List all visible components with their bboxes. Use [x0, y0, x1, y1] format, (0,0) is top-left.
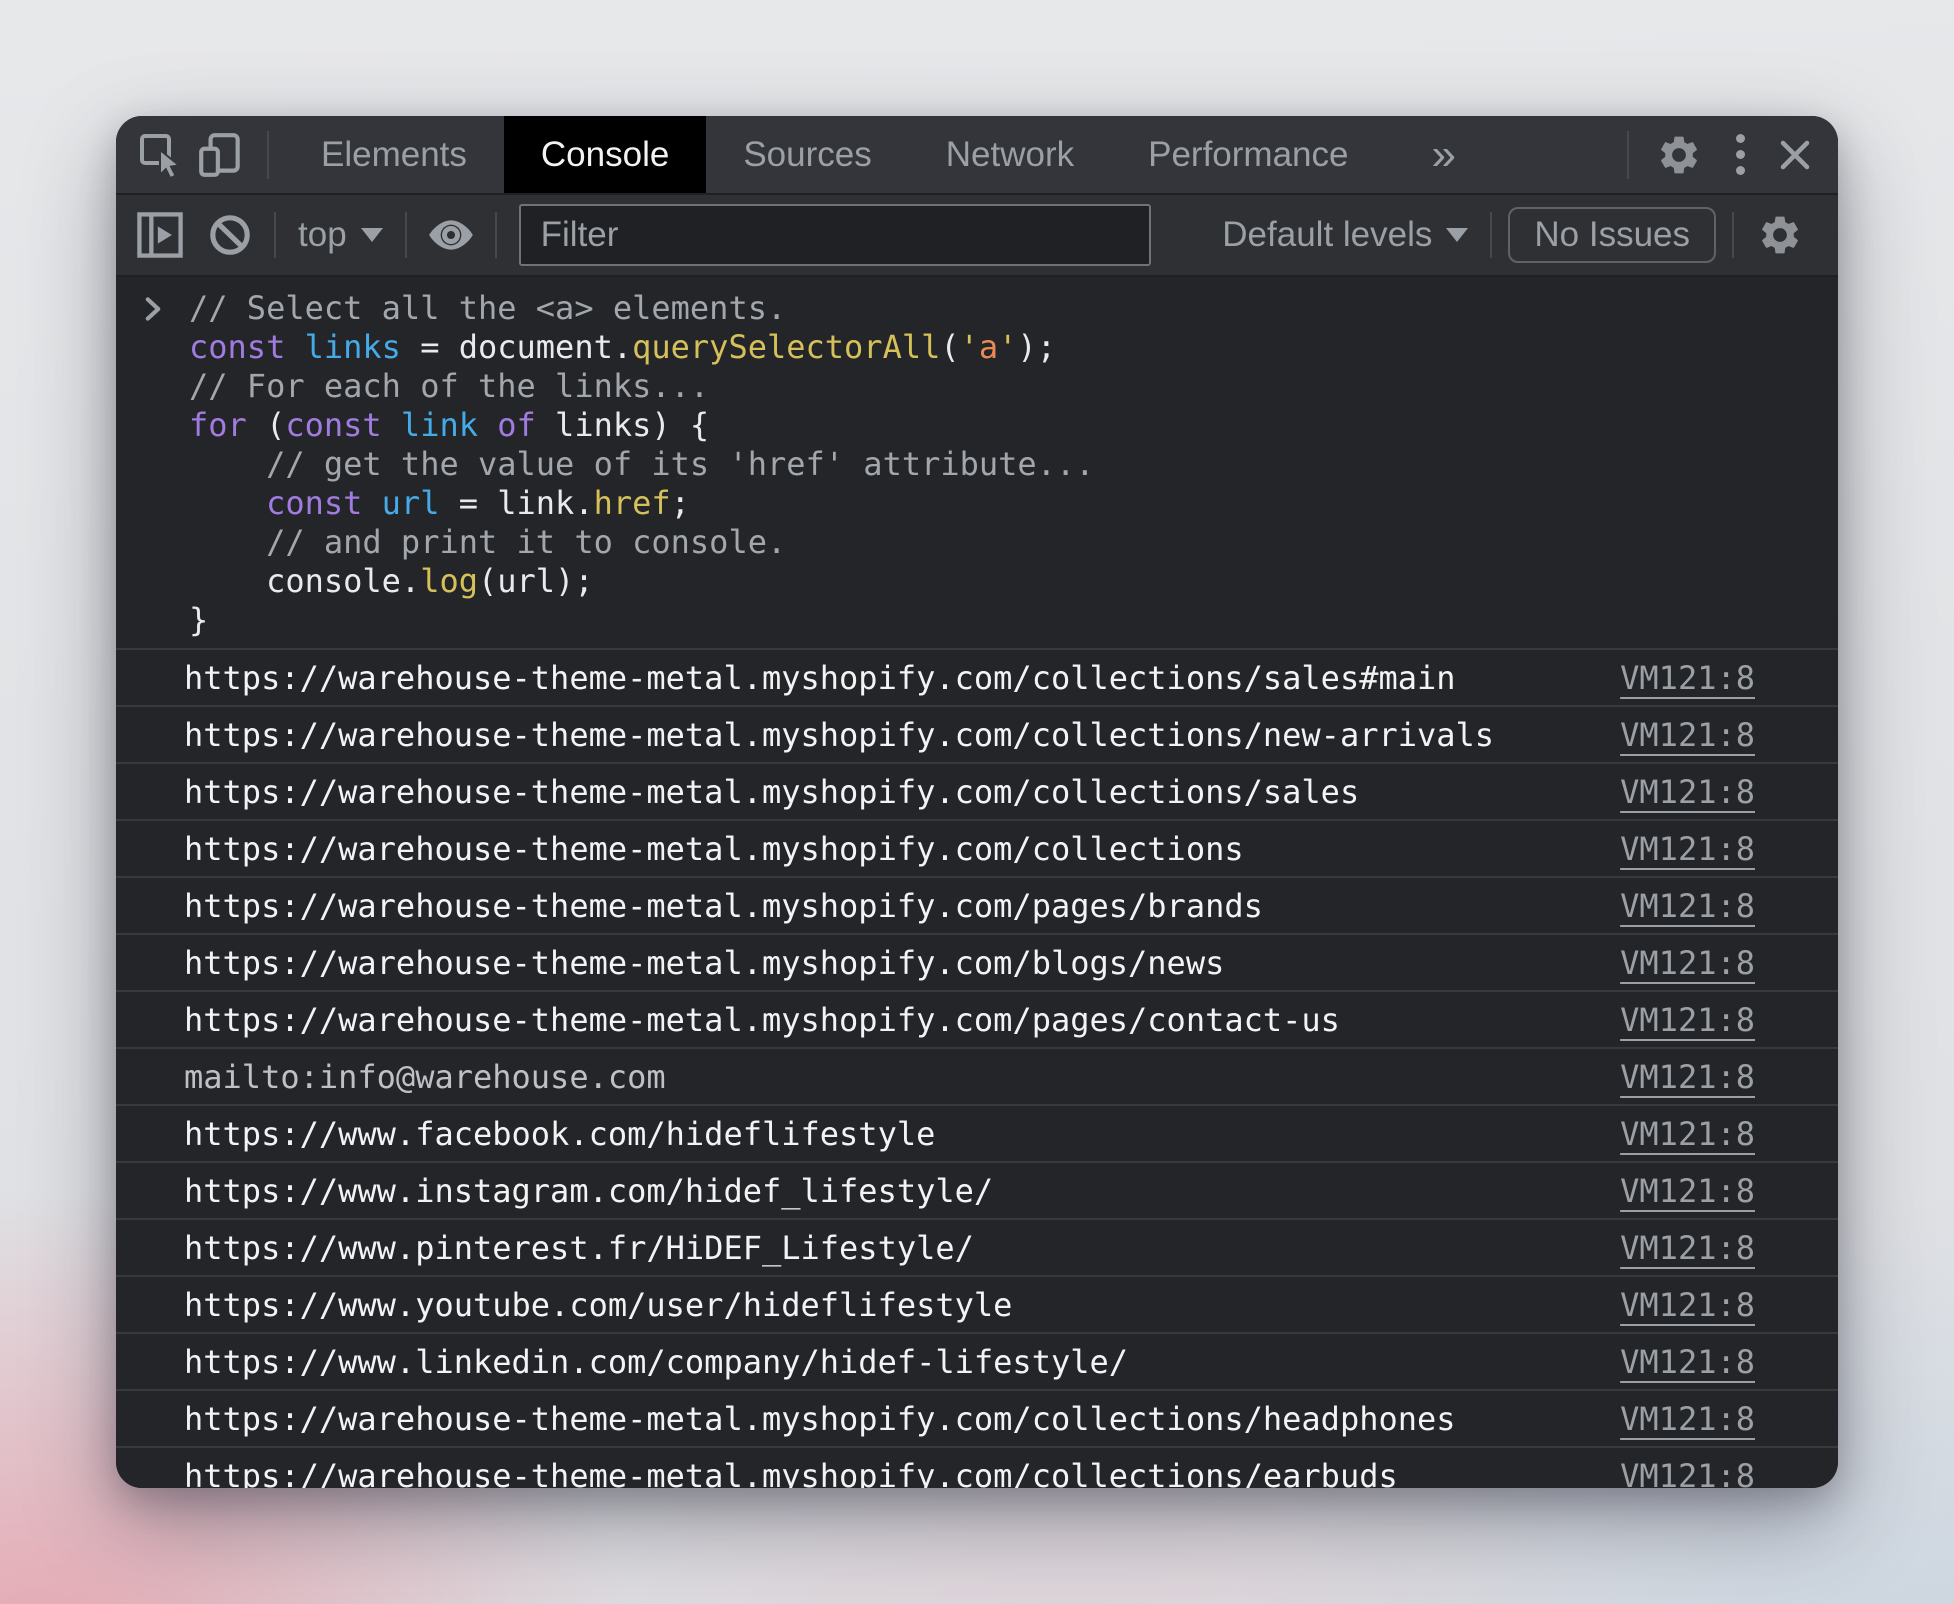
chevron-down-icon — [1446, 228, 1468, 242]
log-plain-text: mailto:info@warehouse.com — [184, 1058, 666, 1096]
log-row: https://warehouse-theme-metal.myshopify.… — [116, 876, 1838, 933]
log-levels-label: Default levels — [1222, 215, 1432, 255]
log-url-link[interactable]: https://warehouse-theme-metal.myshopify.… — [184, 1001, 1340, 1039]
issues-counter-label: No Issues — [1534, 215, 1690, 255]
console-toolbar: top Default levels No Issues — [116, 193, 1838, 275]
devtools-tabbar: ElementsConsoleSourcesNetworkPerformance… — [116, 116, 1838, 193]
log-source-link[interactable]: VM121:8 — [1620, 1115, 1755, 1153]
log-url-link[interactable]: https://www.facebook.com/hideflifestyle — [184, 1115, 935, 1153]
log-row: https://www.linkedin.com/company/hidef-l… — [116, 1332, 1838, 1389]
log-source-link[interactable]: VM121:8 — [1620, 1457, 1755, 1489]
log-source-link[interactable]: VM121:8 — [1620, 659, 1755, 697]
settings-gear-icon[interactable] — [1644, 116, 1714, 193]
tab-elements[interactable]: Elements — [284, 116, 504, 193]
tabbar-separator-right — [1627, 131, 1629, 179]
log-row: https://warehouse-theme-metal.myshopify.… — [116, 1389, 1838, 1446]
log-source-link[interactable]: VM121:8 — [1620, 1058, 1755, 1096]
log-row: https://www.youtube.com/user/hideflifest… — [116, 1275, 1838, 1332]
log-source-link[interactable]: VM121:8 — [1620, 944, 1755, 982]
tabbar-spacer — [1476, 116, 1612, 193]
log-url-link[interactable]: https://warehouse-theme-metal.myshopify.… — [184, 944, 1224, 982]
code-line: for (const link of links) { — [189, 406, 1818, 445]
evaluated-code-entry: // Select all the <a> elements.const lin… — [116, 277, 1838, 648]
log-row: mailto:info@warehouse.com VM121:8 — [116, 1047, 1838, 1104]
toolbar-separator — [405, 212, 407, 258]
log-url-link[interactable]: https://www.pinterest.fr/HiDEF_Lifestyle… — [184, 1229, 974, 1267]
code-line: console.log(url); — [189, 562, 1818, 601]
console-output: // Select all the <a> elements.const lin… — [116, 275, 1838, 1488]
log-url-link[interactable]: https://www.instagram.com/hidef_lifestyl… — [184, 1172, 993, 1210]
log-source-link[interactable]: VM121:8 — [1620, 773, 1755, 811]
log-row: https://www.facebook.com/hideflifestyle V… — [116, 1104, 1838, 1161]
toolbar-separator — [1732, 212, 1734, 258]
code-line: // For each of the links... — [189, 367, 1818, 406]
log-row: https://www.pinterest.fr/HiDEF_Lifestyle… — [116, 1218, 1838, 1275]
toolbar-separator — [1490, 212, 1492, 258]
code-line: const url = link.href; — [189, 484, 1818, 523]
tab-performance[interactable]: Performance — [1111, 116, 1385, 193]
log-url-link[interactable]: https://warehouse-theme-metal.myshopify.… — [184, 887, 1263, 925]
toolbar-separator — [495, 212, 497, 258]
toolbar-separator — [274, 212, 276, 258]
chevron-down-icon — [361, 228, 383, 242]
code-line: // get the value of its 'href' attribute… — [189, 445, 1818, 484]
log-source-link[interactable]: VM121:8 — [1620, 1343, 1755, 1381]
log-row: https://warehouse-theme-metal.myshopify.… — [116, 933, 1838, 990]
log-url-link[interactable]: https://warehouse-theme-metal.myshopify.… — [184, 659, 1456, 697]
desktop-background: ElementsConsoleSourcesNetworkPerformance… — [0, 0, 1954, 1604]
context-selector-label: top — [298, 215, 347, 255]
close-icon[interactable] — [1766, 116, 1824, 193]
code-line: // Select all the <a> elements. — [189, 289, 1818, 328]
log-row: https://warehouse-theme-metal.myshopify.… — [116, 648, 1838, 705]
panel-tabs: ElementsConsoleSourcesNetworkPerformance — [284, 116, 1385, 193]
log-levels-dropdown[interactable]: Default levels — [1216, 215, 1474, 255]
log-source-link[interactable]: VM121:8 — [1620, 1400, 1755, 1438]
log-source-link[interactable]: VM121:8 — [1620, 1001, 1755, 1039]
code-block: // Select all the <a> elements.const lin… — [189, 289, 1818, 640]
log-row: https://www.instagram.com/hidef_lifestyl… — [116, 1161, 1838, 1218]
log-source-link[interactable]: VM121:8 — [1620, 830, 1755, 868]
filter-input[interactable] — [519, 204, 1151, 266]
clear-console-icon[interactable] — [202, 211, 258, 259]
kebab-menu-icon[interactable] — [1714, 116, 1766, 193]
log-url-link[interactable]: https://warehouse-theme-metal.myshopify.… — [184, 1457, 1398, 1489]
console-settings-gear-icon[interactable] — [1750, 212, 1810, 258]
log-url-link[interactable]: https://warehouse-theme-metal.myshopify.… — [184, 1400, 1456, 1438]
live-expression-eye-icon[interactable] — [423, 208, 479, 262]
log-source-link[interactable]: VM121:8 — [1620, 716, 1755, 754]
tab-sources[interactable]: Sources — [706, 116, 908, 193]
device-toolbar-icon[interactable] — [190, 116, 252, 193]
log-url-link[interactable]: https://warehouse-theme-metal.myshopify.… — [184, 830, 1244, 868]
expand-chevron-icon[interactable] — [142, 295, 164, 323]
inspect-element-icon[interactable] — [132, 116, 190, 193]
log-list: https://warehouse-theme-metal.myshopify.… — [116, 648, 1838, 1488]
log-url-link[interactable]: https://www.linkedin.com/company/hidef-l… — [184, 1343, 1128, 1381]
issues-counter-button[interactable]: No Issues — [1508, 207, 1716, 263]
log-source-link[interactable]: VM121:8 — [1620, 1172, 1755, 1210]
log-row: https://warehouse-theme-metal.myshopify.… — [116, 762, 1838, 819]
tabbar-separator — [267, 131, 269, 179]
log-source-link[interactable]: VM121:8 — [1620, 887, 1755, 925]
log-row: https://warehouse-theme-metal.myshopify.… — [116, 1446, 1838, 1488]
log-row: https://warehouse-theme-metal.myshopify.… — [116, 990, 1838, 1047]
code-line: // and print it to console. — [189, 523, 1818, 562]
log-source-link[interactable]: VM121:8 — [1620, 1286, 1755, 1324]
console-sidebar-icon[interactable] — [132, 209, 188, 261]
log-source-link[interactable]: VM121:8 — [1620, 1229, 1755, 1267]
context-selector[interactable]: top — [292, 215, 389, 255]
log-url-link[interactable]: https://warehouse-theme-metal.myshopify.… — [184, 716, 1494, 754]
code-line: const links = document.querySelectorAll(… — [189, 328, 1818, 367]
more-tabs-icon[interactable]: » — [1411, 116, 1475, 193]
devtools-window: ElementsConsoleSourcesNetworkPerformance… — [116, 116, 1838, 1488]
code-line: } — [189, 601, 1818, 640]
log-url-link[interactable]: https://www.youtube.com/user/hideflifest… — [184, 1286, 1012, 1324]
log-row: https://warehouse-theme-metal.myshopify.… — [116, 819, 1838, 876]
log-url-link[interactable]: https://warehouse-theme-metal.myshopify.… — [184, 773, 1359, 811]
tab-network[interactable]: Network — [909, 116, 1111, 193]
tab-console[interactable]: Console — [504, 116, 706, 193]
log-row: https://warehouse-theme-metal.myshopify.… — [116, 705, 1838, 762]
